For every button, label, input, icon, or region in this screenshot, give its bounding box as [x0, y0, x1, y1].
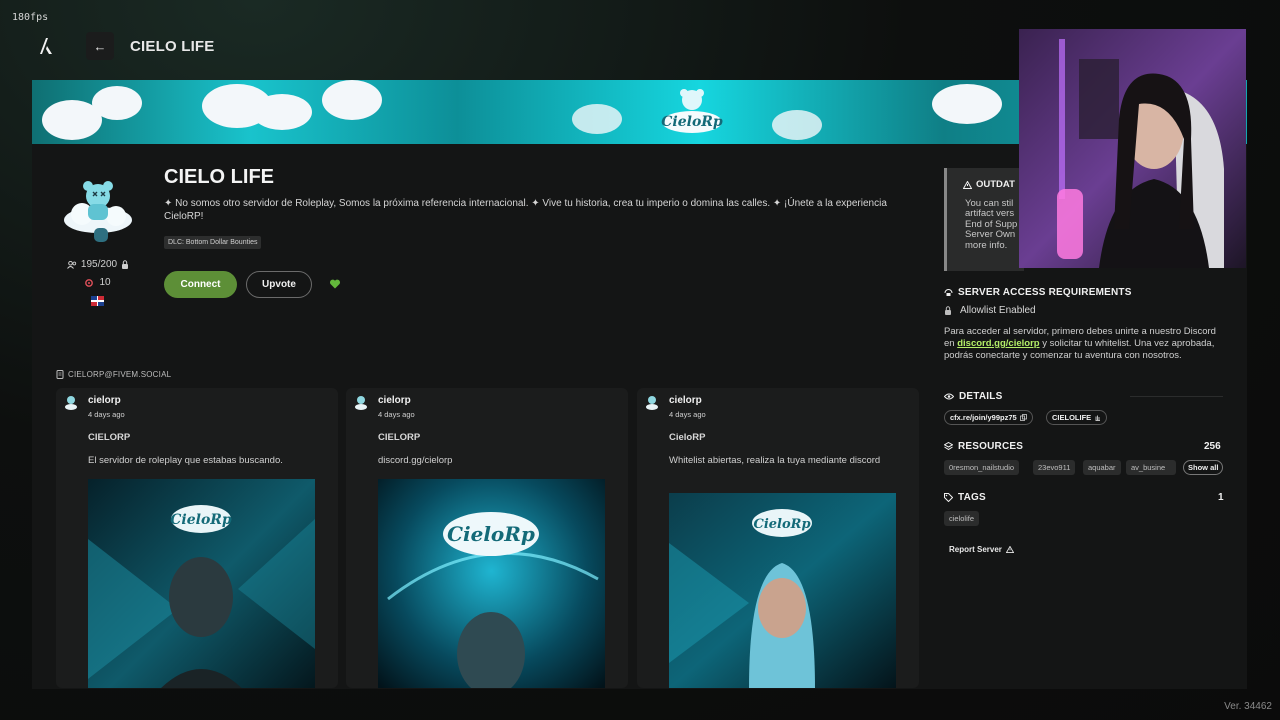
post-heading: CIELORP	[378, 432, 421, 443]
allowlist-text: Allowlist Enabled	[960, 305, 1036, 316]
post-image[interactable]: CieloRp	[378, 479, 605, 688]
webcam-overlay	[1019, 29, 1246, 268]
arrow-left-icon: ←	[93, 38, 107, 54]
lock-icon	[122, 260, 129, 269]
eye-icon	[944, 393, 954, 400]
server-description: ✦ No somos otro servidor de Roleplay, So…	[164, 198, 887, 222]
access-description: Para acceder al servidor, primero debes …	[944, 326, 1229, 362]
post-username[interactable]: cielorp	[669, 395, 702, 406]
page-title: CIELO LIFE	[130, 37, 215, 55]
svg-text:CieloRp: CieloRp	[661, 114, 723, 130]
dlc-tag: DLC: Bottom Dollar Bounties	[164, 236, 262, 249]
document-icon	[56, 370, 64, 379]
server-tag-chip[interactable]: CIELOLIFE	[1046, 410, 1108, 425]
users-icon	[67, 260, 77, 269]
report-label: Report Server	[949, 545, 1002, 554]
post-username[interactable]: cielorp	[378, 395, 411, 406]
dominican-republic-flag-icon	[91, 296, 104, 306]
outdated-line: Server Own	[965, 229, 1016, 240]
resource-chip: 0resmon_nailstudio	[944, 460, 1020, 475]
details-title-text: DETAILS	[959, 391, 1003, 402]
copy-icon	[1019, 414, 1027, 421]
resources-title-text: RESOURCES	[958, 441, 1024, 452]
fps-counter: 180fps	[12, 12, 49, 23]
post-avatar	[65, 396, 77, 410]
outdated-line: more info.	[965, 239, 1008, 251]
tags-title-text: TAGS	[958, 492, 986, 503]
discord-link[interactable]: discord.gg/cielorp	[957, 338, 1039, 349]
player-count-value: 195/200	[80, 259, 118, 270]
access-title-text: SERVER ACCESS REQUIREMENTS	[958, 287, 1132, 298]
hand-icon	[1095, 415, 1101, 421]
access-requirements-title: SERVER ACCESS REQUIREMENTS	[944, 287, 1132, 298]
server-name: CIELO LIFE	[164, 166, 274, 188]
social-post[interactable]: cielorp 4 days ago CieloRP Whitelist abi…	[637, 388, 919, 688]
svg-text:CieloRp: CieloRp	[753, 517, 810, 532]
server-icon	[64, 181, 132, 242]
lock-icon	[945, 306, 951, 315]
access-icon	[944, 289, 953, 296]
connect-button[interactable]: Connect	[164, 271, 237, 298]
version-label: Ver. 34462	[1224, 701, 1272, 712]
top-bar: ← CIELO LIFE	[36, 32, 215, 60]
post-image[interactable]: CieloRp	[88, 479, 315, 688]
post-text: discord.gg/cielorp	[378, 455, 453, 466]
resources-count: 256	[1204, 441, 1221, 452]
boost-count: 10	[60, 277, 136, 288]
boost-count-value: 10	[99, 277, 111, 288]
fivem-logo-icon[interactable]	[36, 36, 56, 56]
post-text: El servidor de roleplay que estabas busc…	[88, 455, 283, 466]
outdated-warning: OUTDAT You can stil artifact vers End of…	[944, 168, 1024, 271]
upvote-button[interactable]: Upvote	[246, 271, 312, 298]
outdated-line: artifact vers	[965, 208, 1015, 219]
server-tag-text: CIELOLIFE	[1052, 413, 1092, 422]
player-count: 195/200	[60, 259, 136, 270]
divider	[1130, 396, 1223, 397]
tags-title: TAGS	[944, 492, 986, 503]
post-time: 4 days ago	[378, 410, 415, 419]
tag-chip[interactable]: cielolife	[944, 511, 980, 526]
resource-chip: av_busine	[1126, 460, 1176, 475]
show-all-resources-button[interactable]: Show all	[1183, 460, 1224, 475]
warning-icon	[963, 181, 972, 190]
favorite-heart-icon[interactable]	[329, 278, 341, 290]
back-button[interactable]: ←	[86, 32, 114, 60]
allowlist-status: Allowlist Enabled	[944, 305, 1036, 316]
post-time: 4 days ago	[669, 410, 706, 419]
social-handle[interactable]: CIELORP@FIVEM.SOCIAL	[56, 370, 171, 379]
post-heading: CIELORP	[88, 432, 131, 443]
tags-count: 1	[1218, 492, 1224, 503]
social-handle-text: CIELORP@FIVEM.SOCIAL	[68, 370, 172, 379]
post-avatar	[355, 396, 367, 410]
cielorp-logo-icon: CieloRp	[661, 89, 723, 133]
warning-icon	[1005, 546, 1014, 553]
join-link-chip[interactable]: cfx.re/join/y99pz75	[944, 410, 1033, 425]
post-heading: CieloRP	[669, 432, 706, 443]
boost-icon	[85, 278, 94, 287]
post-time: 4 days ago	[88, 410, 125, 419]
report-server-button[interactable]: Report Server	[949, 545, 1014, 554]
resource-chip: aquabar	[1083, 460, 1121, 475]
post-username[interactable]: cielorp	[88, 395, 121, 406]
resource-chip: 23evo911	[1033, 460, 1076, 475]
layers-icon	[944, 442, 953, 451]
join-link-text: cfx.re/join/y99pz75	[950, 413, 1017, 422]
outdated-title: OUTDAT	[976, 179, 1015, 190]
post-avatar	[646, 396, 658, 410]
svg-text:CieloRp: CieloRp	[170, 512, 232, 528]
social-post[interactable]: cielorp 4 days ago CIELORP discord.gg/ci…	[346, 388, 628, 688]
tag-icon	[944, 493, 953, 502]
resources-title: RESOURCES	[944, 441, 1023, 452]
details-title: DETAILS	[944, 391, 1002, 402]
svg-text:CieloRp: CieloRp	[447, 522, 535, 546]
post-image[interactable]: CieloRp	[669, 493, 896, 688]
post-text: Whitelist abiertas, realiza la tuya medi…	[669, 455, 881, 466]
social-post[interactable]: cielorp 4 days ago CIELORP El servidor d…	[56, 388, 338, 688]
